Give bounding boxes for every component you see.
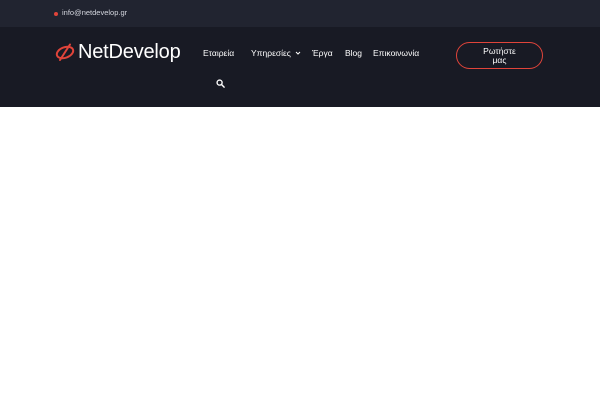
nav-item-label: Επικοινωνία: [373, 48, 420, 58]
site-header: NetDevelop Εταιρεία Υπηρεσίες Έργα Blog …: [0, 27, 600, 107]
nav-item-label: Εταιρεία: [203, 48, 235, 58]
nav-item-blog[interactable]: Blog: [345, 47, 362, 59]
page-content-area: [0, 107, 600, 400]
nav-item-projects[interactable]: Έργα: [312, 47, 333, 59]
ask-us-button[interactable]: Ρωτήστε μας: [456, 42, 543, 69]
nav-item-services[interactable]: Υπηρεσίες: [251, 47, 301, 59]
nav-item-label: Έργα: [312, 48, 333, 58]
nav-item-label: Blog: [345, 48, 363, 58]
email-bullet-icon: [54, 12, 58, 16]
chevron-down-icon: [295, 51, 301, 55]
ask-us-button-label: Ρωτήστε μας: [483, 45, 516, 65]
nav-item-label: Υπηρεσίες: [251, 48, 291, 58]
netdevelop-logo-icon: [55, 43, 75, 61]
contact-email-link[interactable]: info@netdevelop.gr: [62, 7, 127, 19]
logo-text: NetDevelop: [78, 41, 181, 63]
search-icon[interactable]: [216, 79, 225, 88]
top-bar: info@netdevelop.gr: [0, 0, 600, 27]
nav-item-company[interactable]: Εταιρεία: [203, 47, 234, 59]
nav-item-contact[interactable]: Επικοινωνία: [373, 47, 419, 59]
site-logo[interactable]: NetDevelop: [55, 40, 181, 64]
